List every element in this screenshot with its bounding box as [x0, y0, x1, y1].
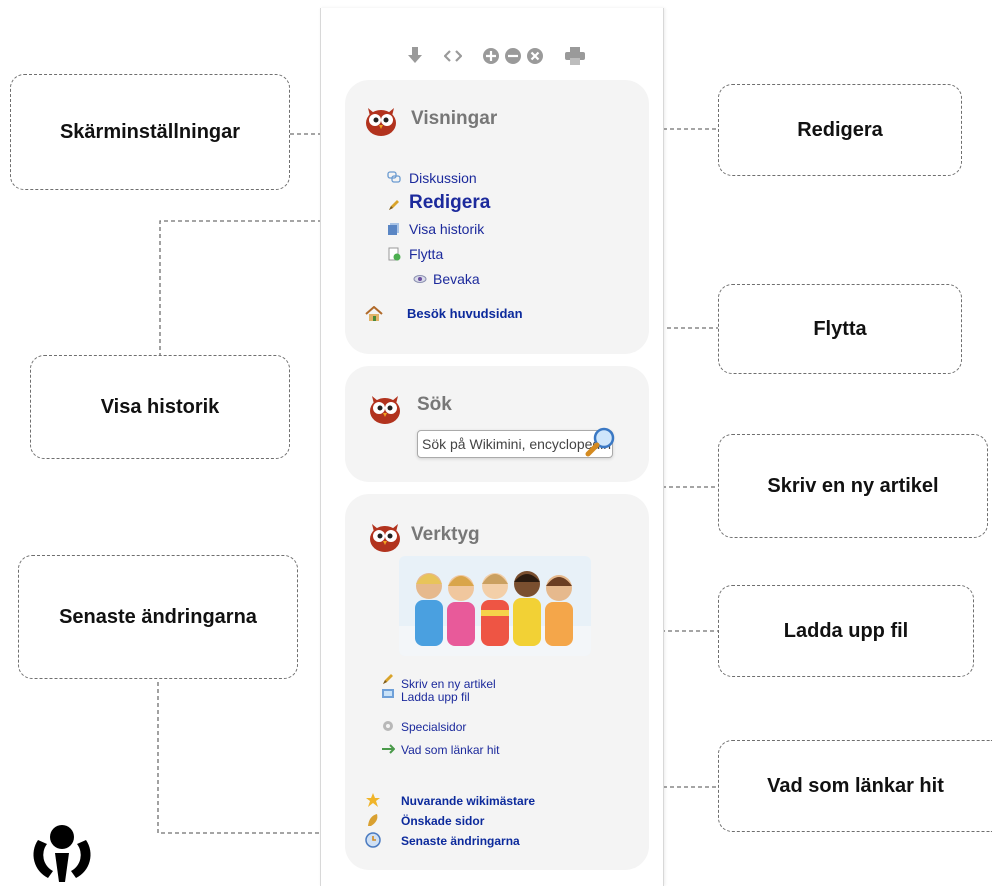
reset-icon[interactable]	[525, 46, 545, 66]
search-title: Sök	[417, 394, 452, 415]
zoom-out-icon[interactable]	[503, 46, 523, 66]
callout-ladda-upp: Ladda upp fil	[718, 585, 974, 677]
magnifier-icon[interactable]	[585, 426, 617, 458]
recent-changes-icon	[365, 832, 381, 848]
link-arrows-icon	[382, 744, 395, 754]
callout-label: Skriv en ny artikel	[767, 474, 939, 497]
wish-icon	[368, 814, 378, 826]
link-besok-huvudsidan[interactable]: Besök huvudsidan	[407, 306, 523, 321]
pencil-icon	[389, 200, 399, 210]
eye-icon	[413, 275, 427, 283]
callout-visa-historik: Visa historik	[30, 355, 290, 459]
print-icon[interactable]	[565, 46, 585, 66]
discussion-icon	[387, 171, 401, 183]
callout-label: Ladda upp fil	[783, 619, 909, 642]
link-diskussion[interactable]: Diskussion	[409, 170, 477, 186]
link-flytta[interactable]: Flytta	[409, 246, 443, 262]
kids-photo	[399, 556, 591, 656]
link-senaste-andringarna[interactable]: Senaste ändringarna	[401, 834, 520, 848]
views-title: Visningar	[411, 108, 498, 129]
callout-label: Senaste ändringarna	[59, 605, 257, 628]
search-input[interactable]: Sök på Wikimini, encyclopedin	[417, 430, 613, 458]
owl-mascot-icon	[366, 108, 396, 136]
wiki-sidebar-panel: Visningar Diskussion Redigera Visa histo…	[320, 8, 664, 886]
gear-icon	[383, 721, 393, 731]
tools-box: Verktyg Skriv en ny artikel Ladda upp fi…	[345, 494, 649, 870]
callout-skarminstallningar: Skärminställningar	[10, 74, 290, 190]
star-icon	[366, 793, 380, 807]
callout-redigera: Redigera	[718, 84, 962, 176]
link-specialsidor[interactable]: Specialsidor	[401, 720, 466, 734]
upload-icon	[382, 689, 394, 698]
link-visa-historik[interactable]: Visa historik	[409, 221, 484, 237]
owl-mascot-icon	[370, 396, 400, 424]
link-ladda-upp-fil[interactable]: Ladda upp fil	[401, 690, 470, 704]
wikimedia-logo-icon	[33, 825, 91, 882]
callout-skriv-artikel: Skriv en ny artikel	[718, 434, 988, 538]
search-placeholder: Sök på Wikimini, encyclopedin	[422, 436, 612, 452]
link-nuvarande-wikimastare[interactable]: Nuvarande wikimästare	[401, 794, 535, 808]
move-icon	[388, 247, 401, 261]
callout-vad-lankar: Vad som länkar hit	[718, 740, 992, 832]
home-icon	[365, 306, 383, 321]
code-icon[interactable]	[443, 46, 463, 66]
callout-label: Skärminställningar	[59, 120, 241, 143]
callout-label: Vad som länkar hit	[767, 774, 944, 797]
link-redigera[interactable]: Redigera	[409, 192, 490, 214]
search-box: Sök Sök på Wikimini, encyclopedin	[345, 366, 649, 482]
pencil-icon	[383, 674, 393, 684]
tools-title: Verktyg	[411, 524, 480, 545]
link-skriv-ny-artikel[interactable]: Skriv en ny artikel	[401, 677, 496, 691]
owl-mascot-icon	[370, 524, 400, 552]
callout-label: Redigera	[797, 118, 883, 141]
history-icon	[388, 223, 399, 235]
views-box: Visningar Diskussion Redigera Visa histo…	[345, 80, 649, 354]
download-icon[interactable]	[405, 46, 425, 66]
zoom-in-icon[interactable]	[481, 46, 501, 66]
link-onskade-sidor[interactable]: Önskade sidor	[401, 814, 484, 828]
link-bevaka[interactable]: Bevaka	[433, 271, 480, 287]
link-vad-som-lankar-hit[interactable]: Vad som länkar hit	[401, 743, 500, 757]
callout-label: Visa historik	[100, 395, 220, 418]
callout-senaste-andringarna: Senaste ändringarna	[18, 555, 298, 679]
callout-flytta: Flytta	[718, 284, 962, 374]
callout-label: Flytta	[813, 317, 867, 340]
